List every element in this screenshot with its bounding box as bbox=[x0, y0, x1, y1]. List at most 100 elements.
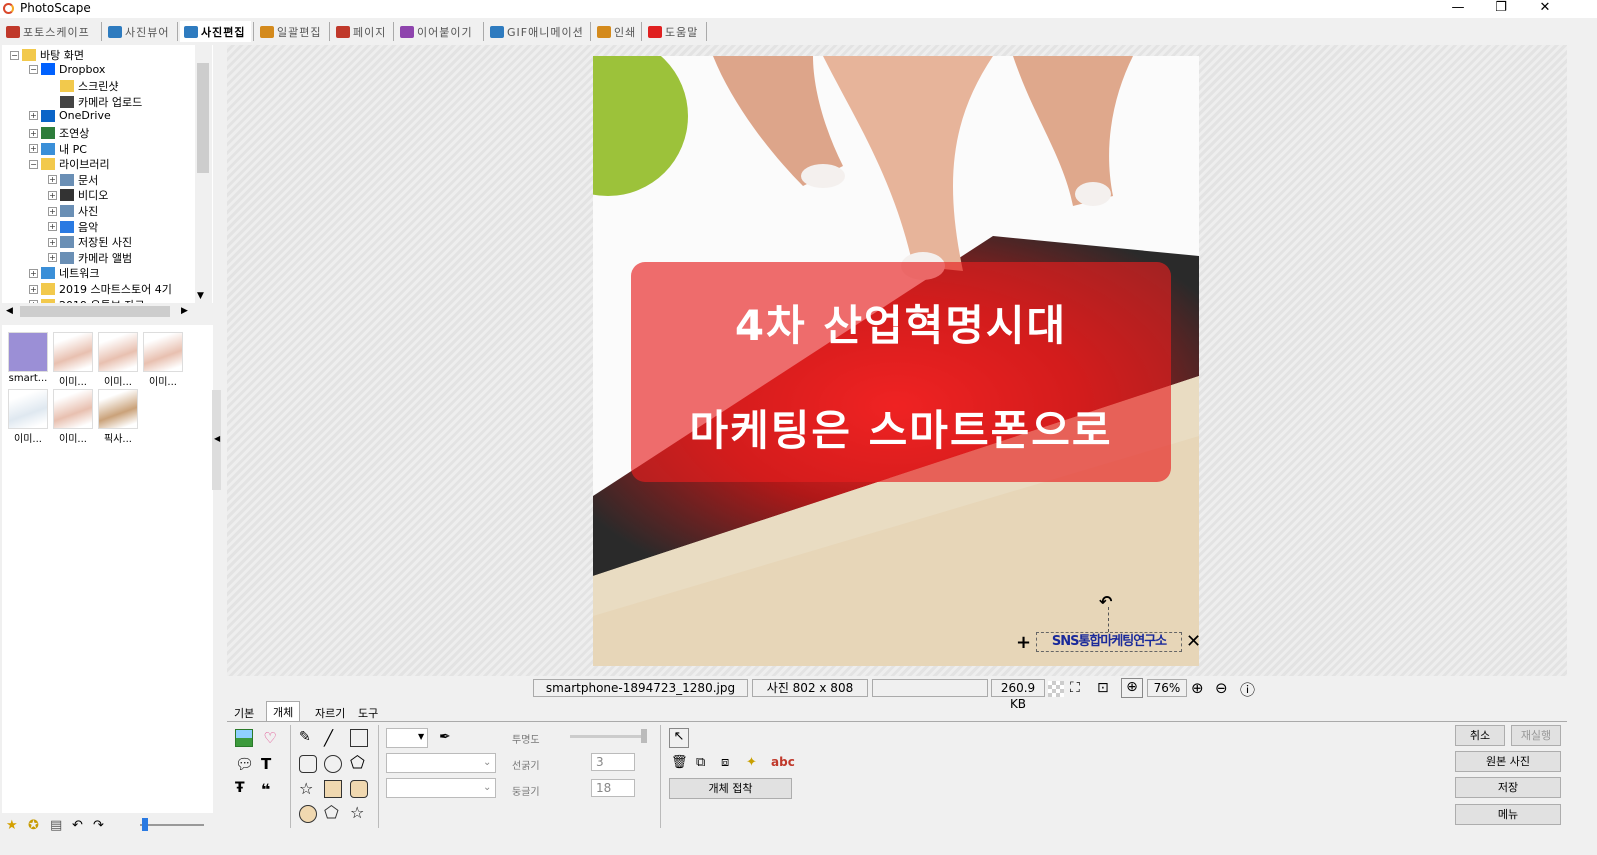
line-width-stepper[interactable]: 3 bbox=[591, 753, 635, 771]
tree-item[interactable]: + OneDrive bbox=[29, 109, 111, 122]
tab-combine[interactable]: 이어붙이기 bbox=[396, 21, 481, 42]
expand-toggle-icon[interactable]: + bbox=[48, 206, 57, 216]
tree-item[interactable]: + 문서 bbox=[48, 172, 98, 188]
maximize-button[interactable]: ❐ bbox=[1478, 0, 1524, 18]
star-icon[interactable]: ★ bbox=[6, 818, 18, 833]
minimize-button[interactable]: — bbox=[1435, 0, 1481, 18]
back-arrow-icon[interactable]: ↶ bbox=[72, 818, 83, 833]
tab-help[interactable]: 도움말 bbox=[644, 21, 704, 42]
menu-button[interactable]: 메뉴 bbox=[1455, 804, 1561, 825]
watermark-text-object[interactable]: SNS통합마케팅연구소 bbox=[1036, 632, 1182, 652]
arrow-style-dropdown[interactable] bbox=[386, 778, 496, 798]
expand-toggle-icon[interactable]: + bbox=[48, 222, 57, 232]
thumbnail-image[interactable] bbox=[8, 389, 48, 429]
tool-tab[interactable]: 도구 bbox=[352, 703, 384, 721]
expand-toggle-icon[interactable]: − bbox=[29, 64, 38, 74]
tree-item[interactable]: 스크린샷 bbox=[48, 78, 118, 94]
pentagon-icon[interactable]: ⬠ bbox=[350, 753, 368, 773]
expand-toggle-icon[interactable]: + bbox=[29, 144, 38, 154]
favorite-move-icon[interactable]: ✪ bbox=[28, 818, 39, 833]
thumb-size-slider[interactable] bbox=[140, 824, 204, 826]
info-icon[interactable]: ⓘ bbox=[1240, 679, 1255, 700]
cancel-button[interactable]: 취소 bbox=[1455, 725, 1505, 746]
thumbnail-image[interactable] bbox=[53, 332, 93, 372]
eyedropper-icon[interactable]: ✒ bbox=[439, 729, 451, 745]
thumbnail-image[interactable] bbox=[143, 332, 183, 372]
ellipse-icon[interactable] bbox=[324, 755, 342, 773]
freehand-line-icon[interactable]: ✎ bbox=[299, 729, 317, 747]
expand-toggle-icon[interactable]: + bbox=[29, 111, 38, 121]
zoom-actual-icon[interactable]: ⊡ bbox=[1097, 680, 1109, 696]
opacity-slider[interactable] bbox=[570, 735, 646, 738]
tool-tab[interactable]: 개체 bbox=[266, 701, 301, 723]
tool-tab[interactable]: 자르기 bbox=[309, 703, 351, 721]
rotate-handle-icon[interactable]: ↶ bbox=[1099, 592, 1112, 611]
expand-toggle-icon[interactable]: + bbox=[29, 128, 38, 138]
expand-toggle-icon[interactable]: + bbox=[48, 190, 57, 200]
tree-item[interactable]: − 바탕 화면 bbox=[10, 47, 84, 63]
rounded-rectangle-icon[interactable] bbox=[299, 755, 317, 773]
thumbnail-image[interactable] bbox=[98, 389, 138, 429]
expand-toggle-icon[interactable]: + bbox=[48, 237, 57, 247]
zoom-out-icon[interactable]: ⊖ bbox=[1215, 679, 1228, 697]
expand-toggle-icon[interactable]: + bbox=[48, 175, 57, 185]
effects-icon[interactable]: ✦ bbox=[746, 755, 764, 773]
scroll-left-icon[interactable]: ◀ bbox=[6, 306, 13, 316]
zoom-in-icon[interactable]: ⊕ bbox=[1191, 679, 1204, 697]
move-handle-icon[interactable]: + bbox=[1016, 632, 1031, 653]
tree-item[interactable]: + 내 PC bbox=[29, 141, 87, 157]
tree-hscroll-thumb[interactable] bbox=[20, 306, 170, 317]
expand-toggle-icon[interactable]: + bbox=[48, 253, 57, 263]
filled-pentagon-icon[interactable]: ⬠ bbox=[324, 803, 342, 823]
tree-item[interactable]: + 비디오 bbox=[48, 187, 108, 203]
filled-rectangle-icon[interactable] bbox=[324, 780, 342, 798]
tree-item[interactable]: − 라이브러리 bbox=[29, 156, 110, 172]
expand-toggle-icon[interactable]: − bbox=[29, 159, 38, 169]
bucket-icon[interactable]: 🗑︎ bbox=[671, 755, 689, 773]
text-tool-icon[interactable]: T bbox=[261, 755, 279, 773]
quote-icon[interactable]: ❝ bbox=[261, 780, 279, 799]
filled-ellipse-icon[interactable] bbox=[299, 805, 317, 823]
attach-object-button[interactable]: 개체 접착 bbox=[669, 778, 792, 799]
expand-toggle-icon[interactable]: + bbox=[29, 284, 38, 294]
send-back-icon[interactable]: ⧈ bbox=[721, 755, 739, 773]
thumbnail-image[interactable] bbox=[8, 332, 48, 372]
zoom-fit-icon[interactable]: ⊕ bbox=[1121, 678, 1143, 698]
tree-item[interactable]: − Dropbox bbox=[29, 63, 105, 76]
filled-star-icon[interactable]: ☆ bbox=[350, 803, 368, 822]
opacity-slider-thumb[interactable] bbox=[641, 729, 647, 743]
original-photo-button[interactable]: 원본 사진 bbox=[1455, 751, 1561, 772]
filled-rounded-rectangle-icon[interactable] bbox=[350, 780, 368, 798]
insert-photo-icon[interactable] bbox=[235, 729, 253, 747]
slider-thumb[interactable] bbox=[142, 818, 148, 831]
thumbnail-image[interactable] bbox=[53, 389, 93, 429]
tab-photoscape[interactable]: 포토스케이프 bbox=[2, 21, 99, 42]
tree-item[interactable]: + 사진 bbox=[48, 203, 98, 219]
select-pointer-icon[interactable]: ↖ bbox=[669, 728, 689, 748]
tree-item[interactable]: + 네트워크 bbox=[29, 265, 99, 281]
close-window-button[interactable]: ✕ bbox=[1522, 0, 1568, 18]
thumbnail-image[interactable] bbox=[98, 332, 138, 372]
rounding-stepper[interactable]: 18 bbox=[591, 779, 635, 797]
tool-tab[interactable]: 기본 bbox=[228, 703, 260, 721]
text-style-icon[interactable]: Ŧ bbox=[235, 780, 253, 798]
tab-batch[interactable]: 일괄편집 bbox=[256, 21, 327, 42]
bring-front-icon[interactable]: ⧉ bbox=[696, 755, 714, 773]
line-icon[interactable]: ╱ bbox=[324, 729, 342, 747]
tab-print[interactable]: 인쇄 bbox=[593, 21, 639, 42]
text-effect-icon[interactable]: abc bbox=[771, 755, 795, 773]
tree-item[interactable]: + 카메라 앨범 bbox=[48, 250, 132, 266]
speech-balloon-icon[interactable]: 💬︎ bbox=[235, 755, 254, 773]
rectangle-icon[interactable] bbox=[350, 729, 368, 747]
expand-toggle-icon[interactable]: − bbox=[10, 50, 19, 60]
tab-gif[interactable]: GIF애니메이션 bbox=[486, 21, 588, 42]
tree-item[interactable]: + 조연상 bbox=[29, 125, 89, 141]
save-button[interactable]: 저장 bbox=[1455, 777, 1561, 798]
scroll-down-icon[interactable]: ▼ bbox=[197, 291, 204, 301]
tab-viewer[interactable]: 사진뷰어 bbox=[104, 21, 175, 42]
folder-open-icon[interactable]: ▤ bbox=[50, 818, 62, 833]
tree-item[interactable]: 카메라 업로드 bbox=[48, 94, 142, 110]
fit-screen-icon[interactable]: ⛶ bbox=[1070, 680, 1080, 696]
expand-toggle-icon[interactable]: + bbox=[29, 268, 38, 278]
tab-editor[interactable]: 사진편집 bbox=[180, 21, 251, 42]
